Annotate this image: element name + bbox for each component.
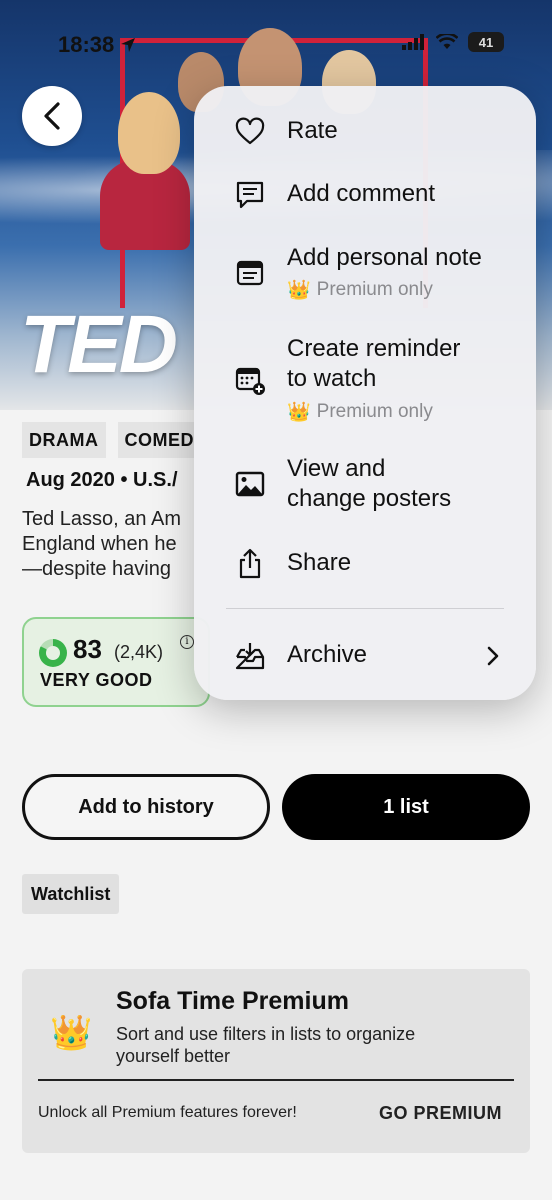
back-button[interactable] xyxy=(22,86,82,146)
divider xyxy=(38,1079,514,1081)
premium-promo-card[interactable]: 👑 Sofa Time Premium Sort and use filters… xyxy=(22,969,530,1153)
rating-score: 83 xyxy=(73,634,102,664)
crown-icon: 👑 xyxy=(287,402,311,423)
show-meta: Aug 2020 • U.S./ xyxy=(26,469,178,491)
info-icon[interactable]: i xyxy=(180,635,194,649)
go-premium-button[interactable]: GO PREMIUM xyxy=(379,1103,502,1124)
genre-list: DRAMA COMED xyxy=(22,422,201,458)
wifi-icon xyxy=(436,34,458,49)
crown-icon: 👑 xyxy=(50,1014,93,1052)
premium-only-note: 👑 Premium only xyxy=(287,401,433,423)
image-icon xyxy=(235,471,265,497)
lists-button[interactable]: 1 list xyxy=(282,774,530,840)
menu-item-rate[interactable]: Rate xyxy=(194,116,536,148)
menu-item-label: Add comment xyxy=(287,180,436,207)
poster-face xyxy=(118,92,180,174)
premium-unlock-text: Unlock all Premium features forever! xyxy=(38,1104,297,1121)
menu-item-share[interactable]: Share xyxy=(194,548,536,580)
poster-title: TED xyxy=(20,299,178,390)
menu-item-personal-note[interactable]: Add personal note 👑 Premium only xyxy=(194,243,536,303)
chevron-left-icon xyxy=(44,102,60,130)
share-icon xyxy=(239,548,261,579)
premium-subtitle: Sort and use filters in lists to organiz… xyxy=(116,1024,416,1066)
battery-icon: 41 xyxy=(468,32,504,52)
status-time: 18:38 xyxy=(58,32,136,58)
menu-item-label: change posters xyxy=(287,485,452,512)
location-arrow-icon xyxy=(121,38,136,52)
show-description: Ted Lasso, an Am England when he —despit… xyxy=(22,508,181,580)
heart-icon xyxy=(235,117,265,145)
chevron-right-icon xyxy=(487,646,499,666)
add-to-history-button[interactable]: Add to history xyxy=(22,774,270,840)
menu-item-label: Create reminder xyxy=(287,335,461,362)
premium-only-note: 👑 Premium only xyxy=(287,279,433,301)
premium-title: Sofa Time Premium xyxy=(116,987,349,1015)
menu-item-label: Rate xyxy=(287,117,338,144)
archive-icon xyxy=(235,643,265,670)
menu-item-archive[interactable]: Archive xyxy=(194,640,536,672)
note-icon xyxy=(236,260,264,286)
genre-tag[interactable]: COMED xyxy=(117,422,201,458)
crown-icon: 👑 xyxy=(287,280,311,301)
menu-item-create-reminder[interactable]: Create reminder to watch 👑 Premium only xyxy=(194,334,536,424)
comment-icon xyxy=(236,181,264,209)
rating-card[interactable]: 83 (2,4K) i VERY GOOD xyxy=(22,617,210,707)
status-icons: 41 xyxy=(402,32,504,52)
watchlist-chip[interactable]: Watchlist xyxy=(22,874,120,914)
context-menu: Rate Add comment Add personal note 👑 Prem… xyxy=(194,86,536,700)
menu-item-label: Share xyxy=(287,549,352,576)
menu-item-label: Add personal note xyxy=(287,244,482,271)
rating-label: VERY GOOD xyxy=(40,670,153,690)
menu-item-add-comment[interactable]: Add comment xyxy=(194,179,536,211)
genre-tag[interactable]: DRAMA xyxy=(22,422,106,458)
menu-item-label: View and xyxy=(287,455,386,482)
calendar-add-icon xyxy=(235,367,265,395)
signal-icon xyxy=(402,34,424,50)
menu-item-view-posters[interactable]: View and change posters xyxy=(194,454,536,514)
rating-count: (2,4K) xyxy=(114,642,164,662)
divider xyxy=(226,608,504,609)
menu-item-label: Archive xyxy=(287,641,368,668)
rating-ring-icon xyxy=(39,639,67,667)
menu-item-label: to watch xyxy=(287,365,377,392)
